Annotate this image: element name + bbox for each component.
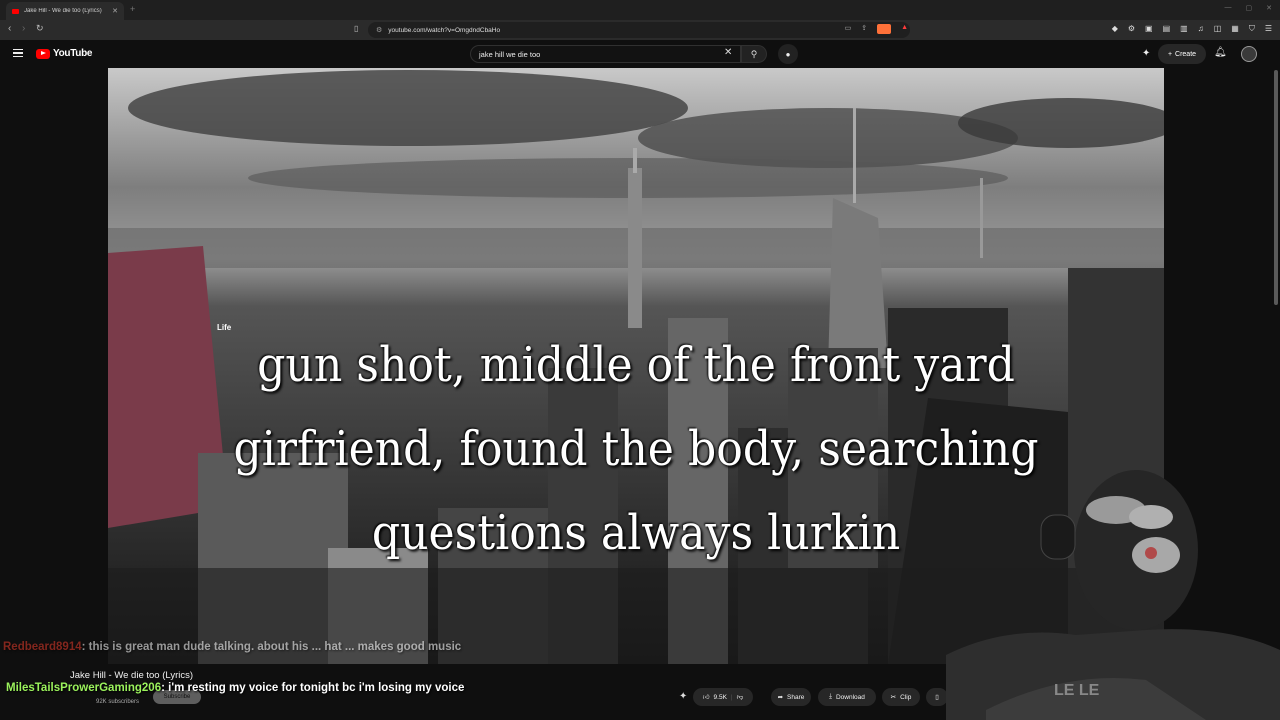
account-avatar[interactable] bbox=[1241, 46, 1257, 62]
clip-label: Clip bbox=[900, 693, 912, 701]
download-icon: ⤓ bbox=[829, 693, 832, 700]
share-icon: ➦ bbox=[777, 694, 784, 701]
address-bar[interactable]: ⚙ youtube.com/watch?v=OmgdndCbaHo bbox=[368, 22, 910, 38]
youtube-favicon-icon bbox=[12, 8, 19, 14]
maximize-button[interactable]: ▢ bbox=[1246, 4, 1253, 12]
notifications-bell-icon[interactable]: 🔔︎ bbox=[1214, 47, 1227, 58]
back-arrow-icon[interactable]: ‹ bbox=[8, 23, 11, 34]
microphone-icon: ● bbox=[785, 49, 791, 59]
browser-tab[interactable]: Jake Hill - We die too (Lyrics) ✕ bbox=[6, 2, 124, 20]
page-scrollbar[interactable] bbox=[1274, 70, 1278, 305]
voice-search-button[interactable]: ● bbox=[778, 44, 798, 64]
chat-message: MilesTailsProwerGaming206: i'm resting m… bbox=[6, 680, 476, 696]
subscriber-count: 92K subscribers bbox=[96, 699, 140, 705]
sidebar-icon[interactable]: ▥ bbox=[1180, 24, 1188, 34]
download-button[interactable]: ⤓ Download bbox=[818, 688, 876, 706]
extension-icons: ◆ ⚙ ▣ ▤ ▥ ♫ ◫ ▦ ⛉ ☰ bbox=[1112, 24, 1272, 34]
ask-ai-icon[interactable]: ✦ bbox=[679, 691, 687, 702]
like-count: 9.5K bbox=[713, 693, 727, 701]
save-button[interactable]: ▯ bbox=[926, 688, 948, 706]
plus-icon: + bbox=[1167, 50, 1173, 58]
brave-shields-icon[interactable] bbox=[877, 24, 892, 34]
chat-message: Redbeard8914: this is great man dude tal… bbox=[3, 639, 473, 655]
forward-arrow-icon[interactable]: › bbox=[22, 23, 25, 34]
cast-icon[interactable]: ✦ bbox=[1142, 48, 1150, 59]
url-text: youtube.com/watch?v=OmgdndCbaHo bbox=[388, 26, 501, 34]
extension-icon[interactable]: ◫ bbox=[1214, 24, 1222, 34]
chat-username: MilesTailsProwerGaming206 bbox=[6, 682, 162, 694]
svg-text:LE LE: LE LE bbox=[1054, 682, 1100, 699]
browser-menu-icon[interactable]: ☰ bbox=[1265, 24, 1272, 34]
browser-toolbar: ‹ › ↻ ▯ ⚙ youtube.com/watch?v=OmgdndCbaH… bbox=[0, 20, 1280, 40]
extension-icon[interactable]: ◆ bbox=[1112, 24, 1118, 34]
chat-username: Redbeard8914 bbox=[3, 641, 82, 653]
create-label: Create bbox=[1175, 50, 1197, 58]
like-icon[interactable]: 👍︎ bbox=[703, 693, 710, 701]
create-button[interactable]: + Create bbox=[1158, 44, 1206, 64]
youtube-logo[interactable]: YouTube bbox=[36, 48, 93, 59]
brave-rewards-icon[interactable]: ▲ bbox=[901, 24, 908, 34]
new-tab-button[interactable]: + bbox=[130, 4, 135, 14]
extension-icon[interactable]: ▤ bbox=[1163, 24, 1171, 34]
youtube-header: YouTube jake hill we die too ✕ ⚲ ● ✦ + C… bbox=[0, 40, 1280, 68]
clip-scissors-icon: ✂ bbox=[890, 694, 897, 701]
bookmark-icon[interactable]: ▯ bbox=[354, 24, 358, 33]
chat-text: : this is great man dude talking. about … bbox=[81, 641, 462, 653]
media-icon[interactable]: ♫ bbox=[1198, 24, 1204, 34]
extension-icon[interactable]: ⚙ bbox=[1128, 24, 1135, 34]
share-page-icon[interactable]: ⇪ bbox=[861, 24, 867, 34]
browser-tab-strip: Jake Hill - We die too (Lyrics) ✕ + — ▢ … bbox=[0, 0, 1280, 20]
install-app-icon[interactable]: ▭ bbox=[845, 24, 852, 34]
like-dislike-group: 👍︎ 9.5K | 👎︎ bbox=[693, 688, 753, 706]
site-info-icon[interactable]: ⚙ bbox=[376, 26, 382, 34]
youtube-logo-text: YouTube bbox=[53, 48, 93, 59]
reload-icon[interactable]: ↻ bbox=[36, 23, 44, 34]
extension-icon[interactable]: ▣ bbox=[1145, 24, 1153, 34]
save-icon: ▯ bbox=[935, 694, 939, 701]
search-input[interactable]: jake hill we die too bbox=[470, 45, 741, 63]
clip-button[interactable]: ✂ Clip bbox=[882, 688, 920, 706]
search-query-text: jake hill we die too bbox=[479, 49, 541, 59]
extension-icon[interactable]: ▦ bbox=[1231, 24, 1239, 34]
search-button[interactable]: ⚲ bbox=[741, 45, 767, 63]
tab-close-icon[interactable]: ✕ bbox=[112, 7, 118, 15]
lyric-line: gun shot, middle of the front yard bbox=[257, 337, 1015, 393]
share-button[interactable]: ➦ Share bbox=[771, 688, 811, 706]
dislike-icon[interactable]: 👎︎ bbox=[737, 693, 744, 701]
webcam-image: LE LE bbox=[946, 470, 1280, 720]
search-icon: ⚲ bbox=[750, 48, 758, 59]
window-controls: — ▢ ✕ bbox=[1225, 4, 1273, 12]
chat-text: : i'm resting my voice for tonight bc i'… bbox=[161, 682, 465, 694]
clear-search-icon[interactable]: ✕ bbox=[724, 47, 732, 58]
youtube-play-icon bbox=[36, 48, 50, 59]
address-bar-icons: ▭ ⇪ ▲ bbox=[845, 24, 908, 34]
minimize-button[interactable]: — bbox=[1225, 4, 1232, 12]
streamer-webcam: LE LE bbox=[946, 455, 1280, 720]
vpn-icon[interactable]: ⛉ bbox=[1249, 24, 1255, 34]
download-label: Download bbox=[835, 693, 865, 701]
share-label: Share bbox=[787, 693, 805, 701]
hamburger-menu-icon[interactable] bbox=[13, 49, 23, 57]
close-window-button[interactable]: ✕ bbox=[1266, 4, 1272, 12]
tab-title: Jake Hill - We die too (Lyrics) bbox=[24, 8, 102, 14]
